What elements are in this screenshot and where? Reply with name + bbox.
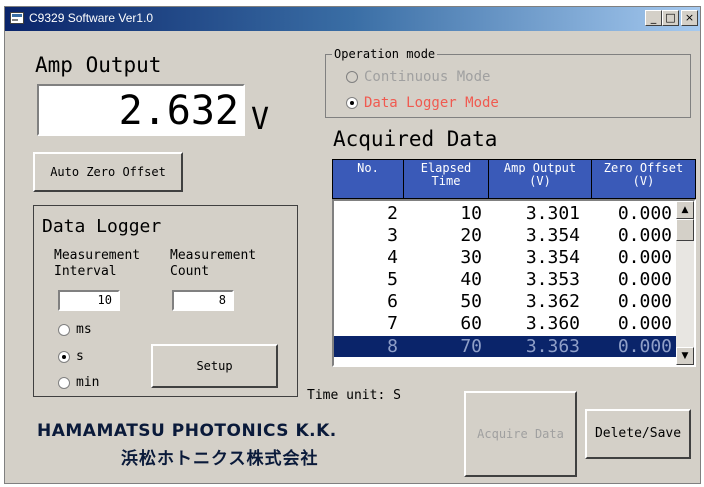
data-logger-title: Data Logger: [42, 216, 162, 237]
radio-continuous-mode[interactable]: Continuous Mode: [346, 69, 490, 85]
amp-output-unit: V: [251, 102, 270, 137]
cell-zero: 0.000: [617, 269, 672, 290]
scroll-down-icon[interactable]: ▼: [676, 347, 694, 365]
cell-time: 50: [460, 291, 482, 312]
cell-time: 10: [460, 203, 482, 224]
measurement-interval-label-1: Measurement: [54, 248, 141, 263]
cell-amp: 3.360: [525, 313, 580, 334]
table-row[interactable]: 7 60 3.360 0.000: [334, 313, 676, 334]
measurement-interval-label-2: Interval: [54, 264, 117, 279]
app-icon: [10, 12, 24, 24]
scroll-thumb[interactable]: [676, 219, 694, 241]
amp-output-value: 2.632: [118, 88, 239, 134]
scroll-up-icon[interactable]: ▲: [676, 201, 694, 219]
table-row-selected[interactable]: 8 70 3.363 0.000: [334, 336, 676, 357]
cell-no: 2: [387, 203, 398, 224]
radio-unit-s[interactable]: s: [58, 349, 84, 364]
measurement-count-label-1: Measurement: [170, 248, 257, 263]
table-scrollbar[interactable]: ▲ ▼: [676, 201, 694, 365]
radio-unit-min[interactable]: min: [58, 375, 99, 390]
cell-zero: 0.000: [617, 247, 672, 268]
column-label: Amp Output (V): [503, 161, 577, 188]
cell-time: 30: [460, 247, 482, 268]
maximize-button[interactable]: □: [662, 10, 679, 26]
column-header-no[interactable]: No.: [333, 160, 403, 198]
measurement-interval-input[interactable]: 10: [58, 290, 120, 311]
title-bar[interactable]: C9329 Software Ver1.0 _ □ ×: [5, 7, 700, 31]
delete-save-button[interactable]: Delete/Save: [585, 409, 691, 459]
unit-ms-label: ms: [76, 322, 92, 337]
cell-time: 20: [460, 225, 482, 246]
table-row[interactable]: 6 50 3.362 0.000: [334, 291, 676, 312]
acquired-data-table-header: No. Elapsed Time Amp Output (V) Zero Off…: [332, 159, 696, 199]
cell-zero: 0.000: [617, 203, 672, 224]
cell-no: 7: [387, 313, 398, 334]
cell-amp: 3.363: [525, 336, 580, 357]
data-logger-mode-label: Data Logger Mode: [364, 95, 499, 111]
continuous-mode-label: Continuous Mode: [364, 69, 491, 85]
minimize-button[interactable]: _: [645, 10, 662, 26]
acquire-data-button[interactable]: Acquire Data: [464, 391, 577, 477]
auto-zero-offset-button[interactable]: Auto Zero Offset: [33, 152, 183, 192]
cell-no: 6: [387, 291, 398, 312]
cell-amp: 3.353: [525, 269, 580, 290]
table-row[interactable]: 3 20 3.354 0.000: [334, 225, 676, 246]
data-logger-group: Data Logger Measurement Interval Measure…: [33, 205, 298, 397]
radio-button[interactable]: [58, 376, 70, 389]
radio-data-logger-mode[interactable]: Data Logger Mode: [346, 95, 499, 111]
window-title: C9329 Software Ver1.0: [29, 11, 154, 25]
cell-amp: 3.301: [525, 203, 580, 224]
close-button[interactable]: ×: [681, 10, 698, 26]
cell-no: 8: [387, 336, 398, 357]
cell-zero: 0.000: [617, 291, 672, 312]
cell-zero: 0.000: [617, 313, 672, 334]
acquired-data-table[interactable]: 2 10 3.301 0.000 3 20 3.354 0.000 4 30 3…: [332, 199, 696, 367]
column-header-amp-output[interactable]: Amp Output (V): [489, 160, 591, 198]
table-row[interactable]: 4 30 3.354 0.000: [334, 247, 676, 268]
column-header-zero-offset[interactable]: Zero Offset (V): [592, 160, 695, 198]
column-label: No.: [357, 161, 379, 175]
amp-output-display: 2.632: [37, 84, 245, 136]
radio-button[interactable]: [58, 323, 70, 336]
radio-button[interactable]: [346, 97, 358, 109]
cell-time: 60: [460, 313, 482, 334]
amp-output-title: Amp Output: [35, 53, 162, 77]
column-label: Zero Offset (V): [603, 161, 684, 188]
radio-button[interactable]: [346, 71, 358, 83]
table-row[interactable]: 2 10 3.301 0.000: [334, 203, 676, 224]
measurement-count-input[interactable]: 8: [172, 290, 234, 311]
measurement-count-label-2: Count: [170, 264, 210, 279]
cell-amp: 3.362: [525, 291, 580, 312]
table-row[interactable]: 5 40 3.353 0.000: [334, 269, 676, 290]
cell-zero: 0.000: [617, 225, 672, 246]
unit-min-label: min: [76, 375, 100, 390]
column-header-elapsed-time[interactable]: Elapsed Time: [404, 160, 488, 198]
company-logo-english: HAMAMATSU PHOTONICS K.K.: [37, 421, 337, 441]
cell-no: 4: [387, 247, 398, 268]
setup-button[interactable]: Setup: [151, 344, 278, 388]
unit-s-label: s: [76, 349, 84, 364]
cell-time: 70: [460, 336, 482, 357]
cell-zero: 0.000: [617, 336, 672, 357]
radio-button[interactable]: [58, 350, 70, 363]
cell-amp: 3.354: [525, 247, 580, 268]
acquired-data-title: Acquired Data: [333, 127, 498, 151]
time-unit-label: Time unit: S: [307, 388, 401, 403]
cell-no: 5: [387, 269, 398, 290]
cell-time: 40: [460, 269, 482, 290]
operation-mode-group: Operation mode Continuous Mode Data Logg…: [325, 47, 691, 118]
cell-no: 3: [387, 225, 398, 246]
cell-amp: 3.354: [525, 225, 580, 246]
radio-unit-ms[interactable]: ms: [58, 322, 92, 337]
company-logo-japanese: 浜松ホトニクス株式会社: [121, 449, 319, 469]
app-window: C9329 Software Ver1.0 _ □ × Amp Output 2…: [4, 6, 701, 484]
column-label: Elapsed Time: [420, 161, 472, 188]
operation-mode-legend: Operation mode: [332, 47, 438, 61]
